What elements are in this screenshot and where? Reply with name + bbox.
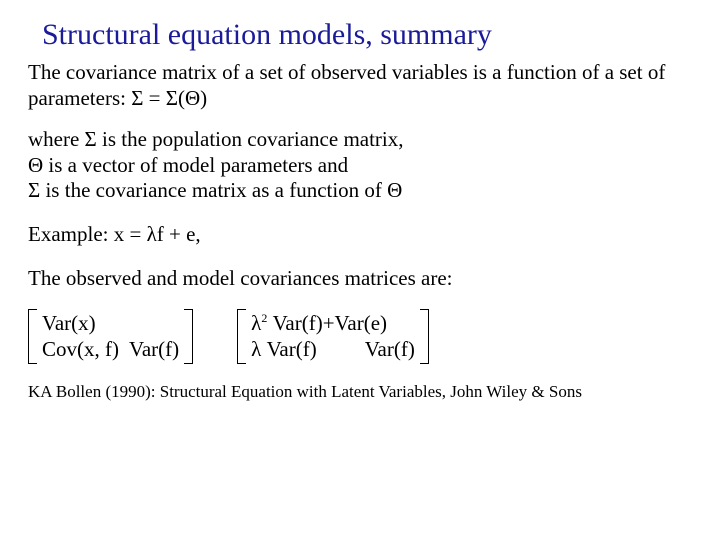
where-line-1: where Σ is the population covariance mat…: [28, 127, 692, 153]
paragraph-example: Example: x = λf + e,: [28, 222, 692, 248]
matrix-cell: λ2 Var(f)+Var(e): [251, 311, 415, 337]
matrix-cell: λ Var(f): [251, 337, 317, 363]
matrix-cell: Var(f): [129, 337, 179, 363]
where-line-3: Σ is the covariance matrix as a function…: [28, 178, 692, 204]
matrix-cell: Var(f): [365, 337, 415, 363]
paragraph-matrices-intro: The observed and model covariances matri…: [28, 266, 692, 292]
lambda-symbol: λ: [251, 311, 261, 335]
slide-title: Structural equation models, summary: [42, 18, 692, 52]
matrix-cell: Var(x): [42, 311, 179, 337]
matrix-row: Cov(x, f) Var(f): [42, 337, 179, 363]
cell-rest: Var(f)+Var(e): [267, 311, 387, 335]
matrices-row: Var(x) Cov(x, f) Var(f) λ2 Var(f)+Var(e)…: [28, 309, 692, 364]
slide: Structural equation models, summary The …: [0, 0, 720, 540]
where-line-2: Θ is a vector of model parameters and: [28, 153, 692, 179]
matrix-row: λ Var(f) Var(f): [251, 337, 415, 363]
slide-body: The covariance matrix of a set of observ…: [28, 60, 692, 403]
matrix-cell: Cov(x, f): [42, 337, 119, 363]
paragraph-where: where Σ is the population covariance mat…: [28, 127, 692, 204]
model-covariance-matrix: λ2 Var(f)+Var(e) λ Var(f) Var(f): [237, 309, 429, 364]
observed-covariance-matrix: Var(x) Cov(x, f) Var(f): [28, 309, 193, 364]
reference-citation: KA Bollen (1990): Structural Equation wi…: [28, 382, 692, 403]
paragraph-intro: The covariance matrix of a set of observ…: [28, 60, 692, 111]
